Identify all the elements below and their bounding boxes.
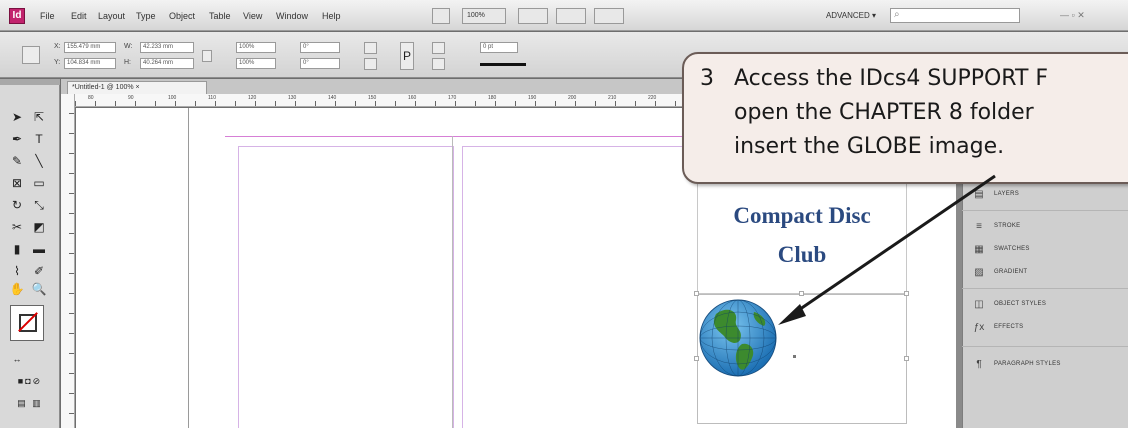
instruction-text: 3 Access the IDcs4 SUPPORT F open the CHA… — [700, 62, 1128, 164]
menu-object[interactable]: Object — [169, 11, 195, 21]
menu-type[interactable]: Type — [136, 11, 156, 21]
left-page-margin — [238, 146, 454, 428]
step-number: 3 — [700, 66, 714, 91]
instruction-line-2: open the CHAPTER 8 folder — [734, 100, 1034, 125]
search-icon: ⌕ — [894, 9, 900, 20]
right-page-margin — [462, 146, 697, 428]
direct-selection-tool-icon[interactable]: ⇱ — [28, 107, 50, 127]
reference-point-icon[interactable] — [22, 46, 40, 64]
ruler-number: 150 — [368, 95, 377, 101]
view-mode-icons[interactable]: ▤ ▥ — [4, 393, 56, 413]
rectangle-tool-icon[interactable]: ▭ — [28, 173, 50, 193]
ruler-number: 190 — [528, 95, 537, 101]
menu-view[interactable]: View — [243, 11, 262, 21]
flip-indicator-icon: P — [400, 42, 414, 70]
ruler-number: 170 — [448, 95, 457, 101]
ruler-number: 100 — [168, 95, 177, 101]
ruler-number: 140 — [328, 95, 337, 101]
pen-tool-icon[interactable]: ✒ — [6, 129, 28, 149]
frame-handle-mr[interactable] — [904, 356, 909, 361]
menu-table[interactable]: Table — [209, 11, 231, 21]
stroke-weight-field[interactable]: 0 pt — [480, 42, 518, 53]
menu-layout[interactable]: Layout — [98, 11, 125, 21]
h-label: H: — [124, 59, 131, 66]
ruler-number: 200 — [568, 95, 577, 101]
arrange-documents-icon[interactable] — [594, 8, 624, 24]
panel-item-paragraph-styles[interactable]: PARAGRAPH STYLES — [962, 352, 1128, 376]
flip-icon[interactable] — [364, 58, 377, 70]
indesign-app-icon[interactable]: Id — [9, 8, 25, 24]
scale-x-field[interactable]: 100% — [236, 42, 276, 53]
line-tool-icon[interactable]: ╲ — [28, 151, 50, 171]
instruction-line-1: Access the IDcs4 SUPPORT F — [734, 66, 1049, 91]
document-tab[interactable]: *Untitled-1 @ 100% × — [67, 81, 207, 94]
ruler-number: 160 — [408, 95, 417, 101]
scale-tool-icon[interactable]: ⤡ — [28, 195, 50, 215]
fill-stroke-swatch[interactable] — [10, 305, 44, 341]
rotate-90-icon[interactable] — [364, 42, 377, 54]
stroke-type-swatch[interactable] — [480, 63, 526, 66]
free-transform-tool-icon[interactable]: ◩ — [28, 217, 50, 237]
instruction-line-3: insert the GLOBE image. — [734, 134, 1005, 159]
ruler-number: 180 — [488, 95, 497, 101]
callout-arrow — [778, 174, 996, 325]
menu-help[interactable]: Help — [322, 11, 341, 21]
shear-angle-field[interactable]: 0° — [300, 58, 340, 69]
menu-window[interactable]: Window — [276, 11, 308, 21]
rotate-tool-icon[interactable]: ↻ — [6, 195, 28, 215]
tools-panel-header — [0, 79, 60, 85]
menu-bar: Id File Edit Layout Type Object Table Vi… — [0, 0, 1128, 31]
hand-tool-icon[interactable]: ✋ — [6, 279, 28, 299]
eyedropper-tool-icon[interactable]: ⌇ — [6, 261, 28, 281]
rotation-angle-field[interactable]: 0° — [300, 42, 340, 53]
width-field[interactable]: 42.233 mm — [140, 42, 194, 53]
screen-mode-icon[interactable] — [556, 8, 586, 24]
pencil-tool-icon[interactable]: ✎ — [6, 151, 28, 171]
ruler-number: 120 — [248, 95, 257, 101]
gradient-tool-icon[interactable]: ▮ — [6, 239, 28, 259]
workspace-switcher[interactable]: ADVANCED ▾ — [822, 9, 880, 23]
y-label: Y: — [54, 59, 61, 66]
spine-guide — [452, 136, 453, 428]
apply-color-icons[interactable]: ■◘⊘ — [4, 371, 56, 391]
ruler-number: 90 — [128, 95, 134, 101]
note-tool-icon[interactable]: ▬ — [28, 239, 50, 259]
scale-y-field[interactable]: 100% — [236, 58, 276, 69]
ruler-number: 220 — [648, 95, 657, 101]
selection-tool-icon[interactable]: ➤ — [6, 107, 28, 127]
scissors-tool-icon[interactable]: ✂ — [6, 217, 28, 237]
select-content-icon[interactable] — [432, 58, 445, 70]
height-field[interactable]: 40.264 mm — [140, 58, 194, 69]
zoom-level-select[interactable]: 100% — [462, 8, 506, 24]
x-label: X: — [54, 43, 61, 50]
zoom-tool-icon[interactable]: 🔍 — [28, 279, 50, 299]
type-tool-icon[interactable]: T — [28, 129, 50, 149]
w-label: W: — [124, 43, 133, 50]
ruler-number: 80 — [88, 95, 94, 101]
bridge-icon[interactable] — [432, 8, 450, 24]
ruler-number: 130 — [288, 95, 297, 101]
frame-center-point — [793, 355, 796, 358]
constrain-proportions-icon[interactable] — [202, 50, 212, 62]
tools-panel: ➤ ⇱ ✒ T ✎ ╲ ⊠ ▭ ↻ ⤡ ✂ ◩ ▮ ▬ ⌇ ✐ ✋ 🔍 ↔ ■◘… — [0, 79, 60, 428]
menu-edit[interactable]: Edit — [71, 11, 87, 21]
panel-divider — [962, 346, 1128, 347]
document-tab-bar: *Untitled-1 @ 100% × — [61, 79, 711, 94]
rectangle-frame-tool-icon[interactable]: ⊠ — [6, 173, 28, 193]
ruler-number: 110 — [208, 95, 216, 101]
view-options-icon[interactable] — [518, 8, 548, 24]
menu-file[interactable]: File — [40, 11, 55, 21]
column-guide-left — [188, 108, 189, 428]
ruler-number: 210 — [608, 95, 617, 101]
select-container-icon[interactable] — [432, 42, 445, 54]
paragraph-styles-icon: ¶ — [976, 359, 982, 370]
vertical-ruler[interactable] — [61, 94, 75, 428]
help-search-input[interactable]: ⌕ — [890, 8, 1020, 23]
measure-tool-icon[interactable]: ✐ — [28, 261, 50, 281]
window-controls[interactable]: — ▫ ✕ — [1060, 10, 1120, 22]
page-top-edge — [225, 136, 685, 137]
y-position-field[interactable]: 104.834 mm — [64, 58, 116, 69]
swap-fill-stroke-icon[interactable]: ↔ — [6, 349, 28, 369]
x-position-field[interactable]: 155.479 mm — [64, 42, 116, 53]
